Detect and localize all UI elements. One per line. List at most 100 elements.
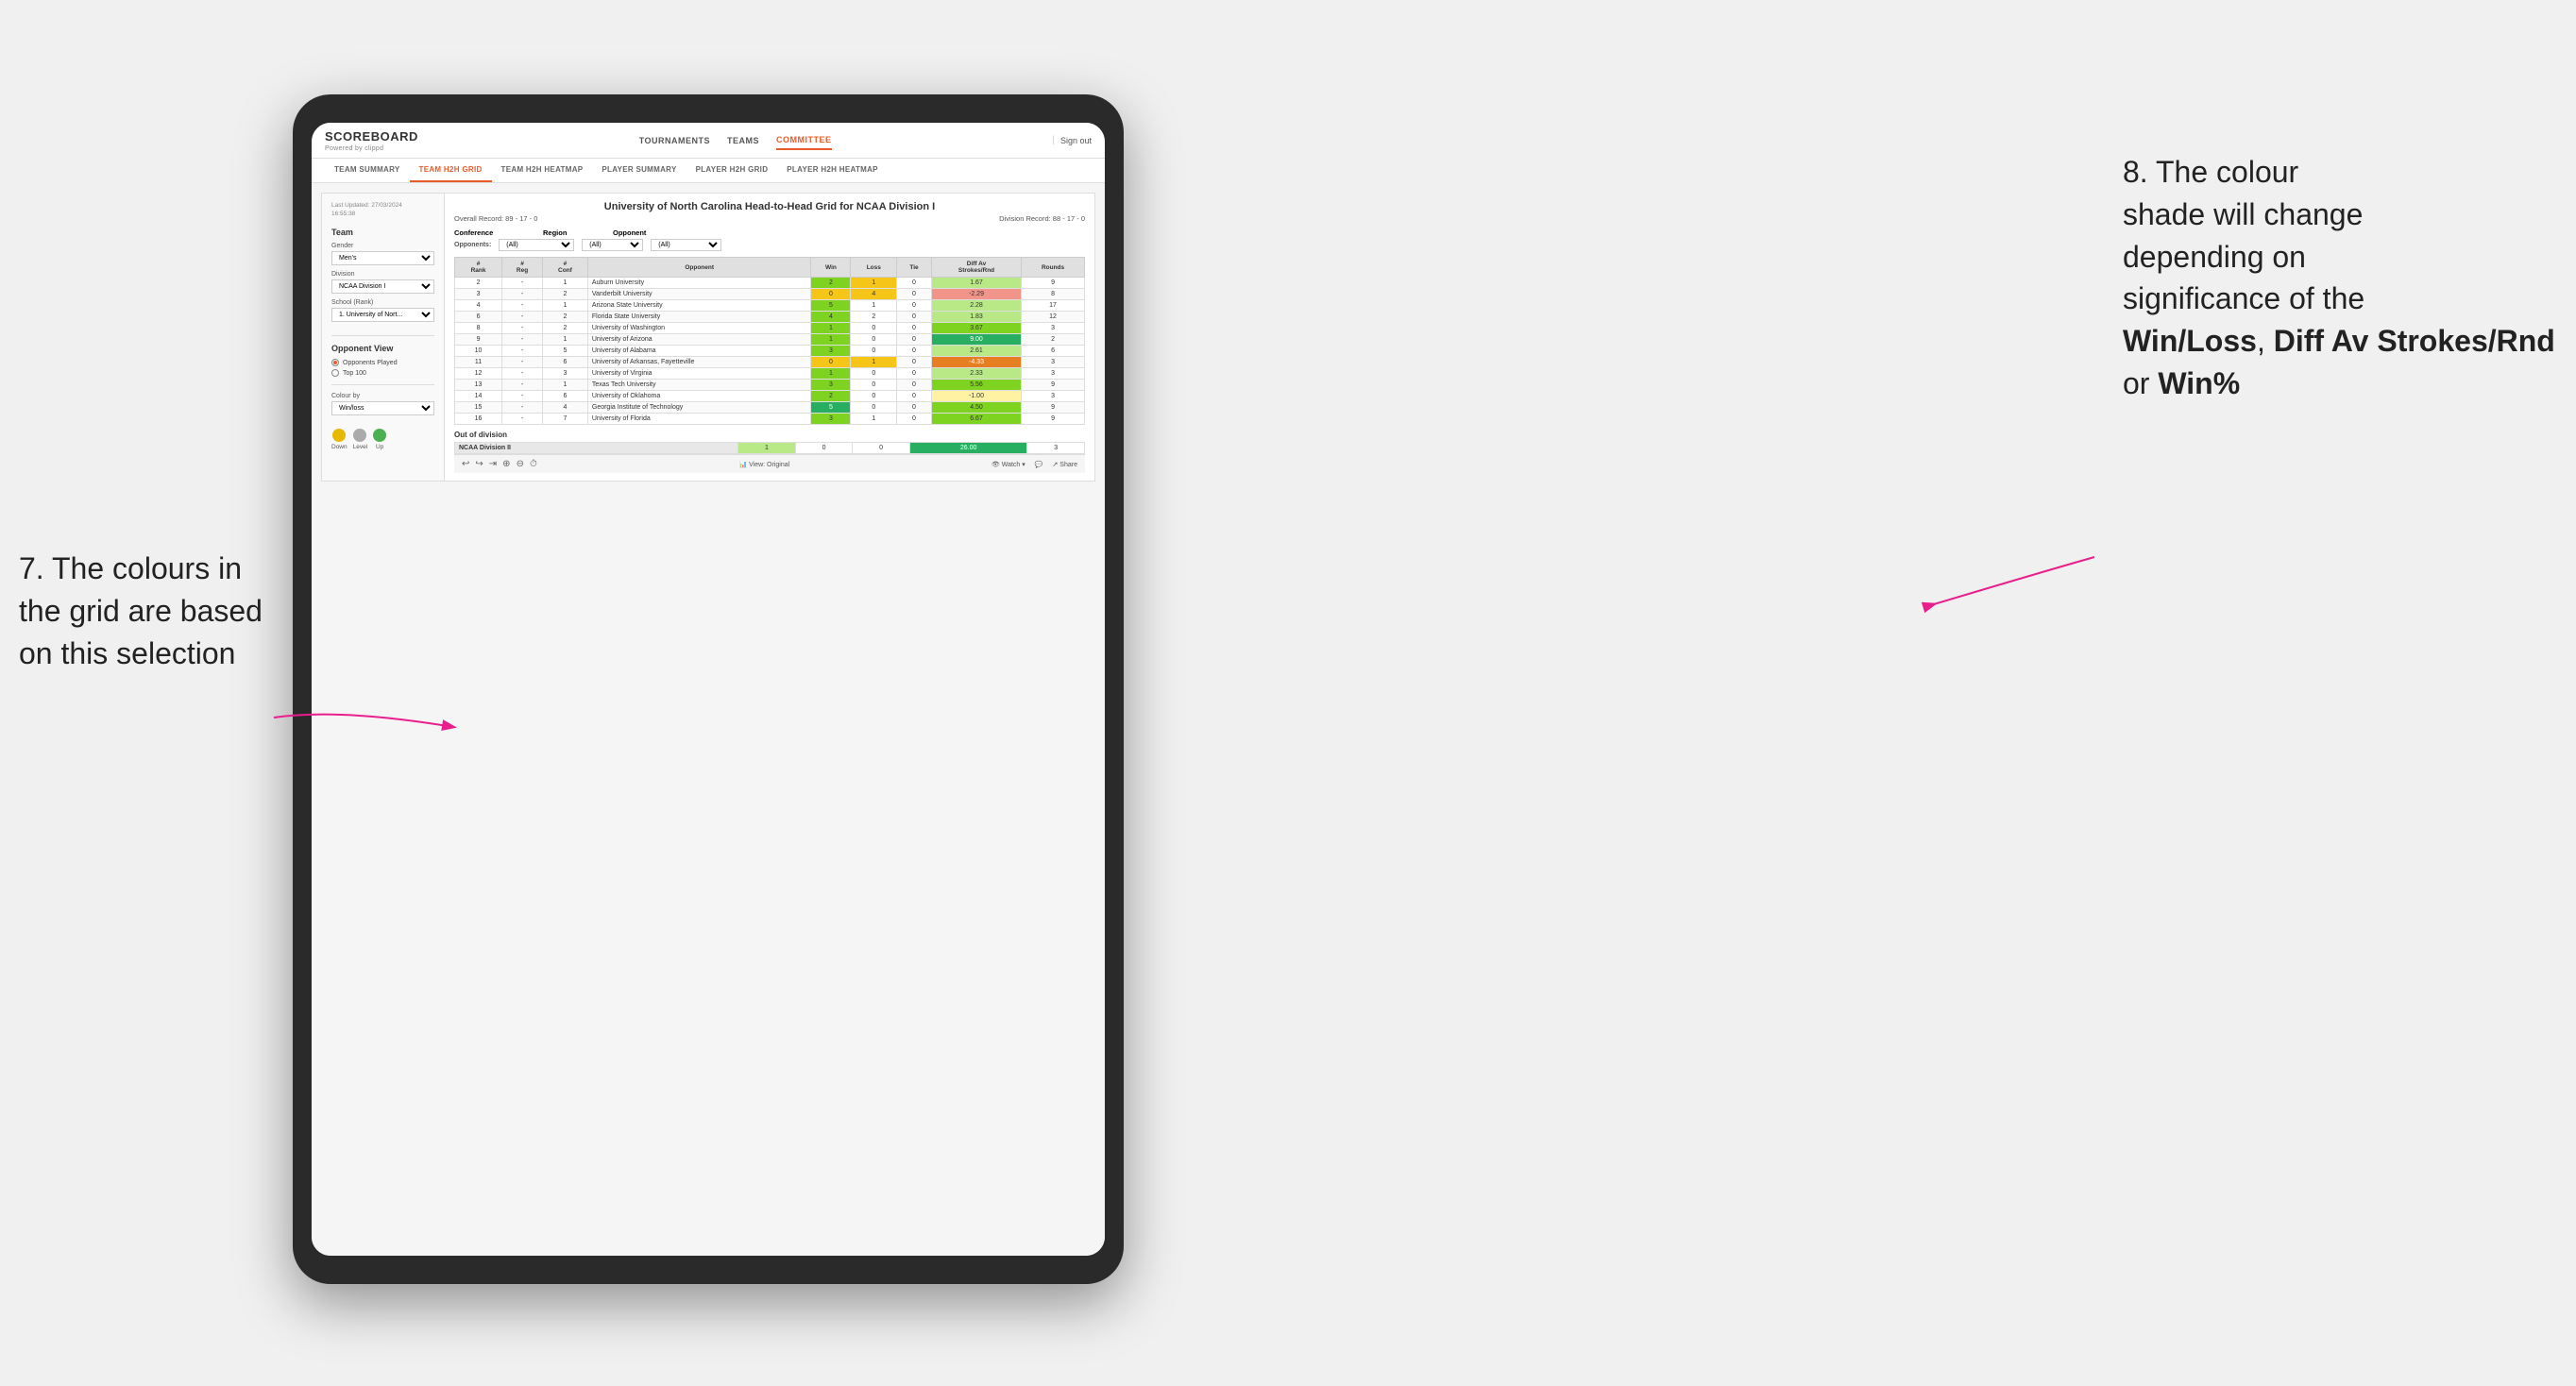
table-row: 7: [542, 414, 587, 425]
legend-dot-down: [332, 429, 346, 442]
table-row: 6.67: [931, 414, 1021, 425]
table-row: 4.50: [931, 402, 1021, 414]
sub-nav-team-h2h-heatmap[interactable]: TEAM H2H HEATMAP: [492, 159, 593, 182]
copy-btn[interactable]: ⊕: [502, 459, 510, 469]
table-row: -: [502, 300, 543, 312]
table-row: 17: [1022, 300, 1085, 312]
sub-nav-player-h2h-heatmap[interactable]: PLAYER H2H HEATMAP: [777, 159, 888, 182]
legend-row: Down Level Up: [331, 429, 434, 450]
share-btn[interactable]: ↗ Share: [1052, 461, 1077, 468]
team-section-title: Team: [331, 228, 434, 237]
table-row: 3: [1022, 368, 1085, 380]
table-row: 2: [542, 323, 587, 334]
gender-select[interactable]: Men's: [331, 251, 434, 265]
annotation-left: 7. The colours in the grid are based on …: [19, 548, 293, 674]
watch-btn[interactable]: 👁 Watch ▾: [991, 461, 1025, 468]
comment-btn[interactable]: 💬: [1035, 461, 1043, 468]
clock-btn[interactable]: ⏱: [530, 459, 537, 469]
toolbar-right: 👁 Watch ▾ 💬 ↗ Share: [991, 461, 1077, 468]
table-row: 14: [455, 391, 502, 402]
table-row: 0: [897, 402, 932, 414]
table-row: University of Florida: [587, 414, 811, 425]
out-of-division-header: Out of division: [454, 431, 1085, 439]
radio-top100[interactable]: Top 100: [331, 369, 434, 377]
table-row: 2: [811, 278, 851, 289]
table-row: 0: [897, 334, 932, 346]
table-row: 3: [455, 289, 502, 300]
legend-up: Up: [373, 429, 386, 450]
sub-nav-team-summary[interactable]: TEAM SUMMARY: [325, 159, 410, 182]
filter-row: Opponents: (All) (All) (All): [454, 239, 1085, 251]
table-row: Georgia Institute of Technology: [587, 402, 811, 414]
minus-btn[interactable]: ⊖: [517, 459, 524, 469]
radio-dot-opponents: [331, 359, 339, 366]
table-row: 13: [455, 380, 502, 391]
sign-out-link[interactable]: Sign out: [1060, 136, 1092, 145]
sub-nav-player-summary[interactable]: PLAYER SUMMARY: [592, 159, 686, 182]
table-row: 3: [1022, 323, 1085, 334]
school-select[interactable]: 1. University of Nort...: [331, 308, 434, 322]
app-header: SCOREBOARD Powered by clippd TOURNAMENTS…: [312, 123, 1105, 159]
table-row: 1: [542, 334, 587, 346]
sign-out-separator: | Sign out: [1052, 135, 1092, 145]
view-original[interactable]: 📊 View: Original: [738, 461, 789, 468]
ood-tie: 0: [853, 443, 910, 454]
radio-opponents-played[interactable]: Opponents Played: [331, 359, 434, 366]
table-row: 9: [1022, 402, 1085, 414]
sub-nav-team-h2h-grid[interactable]: TEAM H2H GRID: [410, 159, 492, 182]
col-diff: Diff AvStrokes/Rnd: [931, 258, 1021, 278]
table-row: 1: [811, 334, 851, 346]
col-opponent: Opponent: [587, 258, 811, 278]
logo-area: SCOREBOARD Powered by clippd: [325, 128, 418, 152]
bottom-toolbar: ↩ ↪ ⇥ ⊕ ⊖ ⏱ 📊 View: Original 👁 Watch ▾: [454, 454, 1085, 473]
nav-committee[interactable]: COMMITTEE: [776, 131, 832, 150]
region-filter[interactable]: (All): [582, 239, 643, 251]
update-info: Last Updated: 27/03/202416:55:38: [331, 201, 434, 218]
table-row: University of Arkansas, Fayetteville: [587, 357, 811, 368]
table-row: 3: [542, 368, 587, 380]
table-row: 3: [811, 380, 851, 391]
opponent-filter[interactable]: (All): [651, 239, 721, 251]
table-row: 3: [811, 414, 851, 425]
conference-filter[interactable]: (All): [499, 239, 574, 251]
table-row: 2.28: [931, 300, 1021, 312]
table-row: 0: [851, 368, 897, 380]
table-row: 2: [542, 312, 587, 323]
table-row: -: [502, 402, 543, 414]
table-row: 0: [897, 414, 932, 425]
table-row: 4: [851, 289, 897, 300]
sub-nav-player-h2h-grid[interactable]: PLAYER H2H GRID: [686, 159, 778, 182]
nav-teams[interactable]: TEAMS: [727, 132, 759, 149]
col-rounds: Rounds: [1022, 258, 1085, 278]
table-row: 4: [542, 402, 587, 414]
table-row: 3: [1022, 357, 1085, 368]
table-row: -: [502, 368, 543, 380]
col-conf: #Conf: [542, 258, 587, 278]
table-row: 8: [455, 323, 502, 334]
table-row: 12: [455, 368, 502, 380]
table-row: 1.83: [931, 312, 1021, 323]
colour-by-label: Colour by: [331, 393, 434, 399]
nav-tournaments[interactable]: TOURNAMENTS: [639, 132, 710, 149]
table-row: 1: [851, 414, 897, 425]
forward-btn[interactable]: ⇥: [489, 459, 497, 469]
table-row: 2: [811, 391, 851, 402]
table-row: 9: [1022, 380, 1085, 391]
undo-btn[interactable]: ↩: [462, 459, 469, 469]
ood-win: 1: [738, 443, 796, 454]
colour-by-select[interactable]: Win/loss: [331, 401, 434, 415]
table-row: 5: [542, 346, 587, 357]
table-row: 15: [455, 402, 502, 414]
table-row: 10: [455, 346, 502, 357]
division-select[interactable]: NCAA Division I: [331, 279, 434, 294]
school-label: School (Rank): [331, 299, 434, 306]
table-row: 9.00: [931, 334, 1021, 346]
table-row: 9: [1022, 414, 1085, 425]
table-row: 5.56: [931, 380, 1021, 391]
annotation-right: 8. The colour shade will change dependin…: [2123, 151, 2557, 405]
redo-btn[interactable]: ↪: [475, 459, 483, 469]
col-win: Win: [811, 258, 851, 278]
col-loss: Loss: [851, 258, 897, 278]
table-row: University of Arizona: [587, 334, 811, 346]
table-row: 0: [897, 289, 932, 300]
